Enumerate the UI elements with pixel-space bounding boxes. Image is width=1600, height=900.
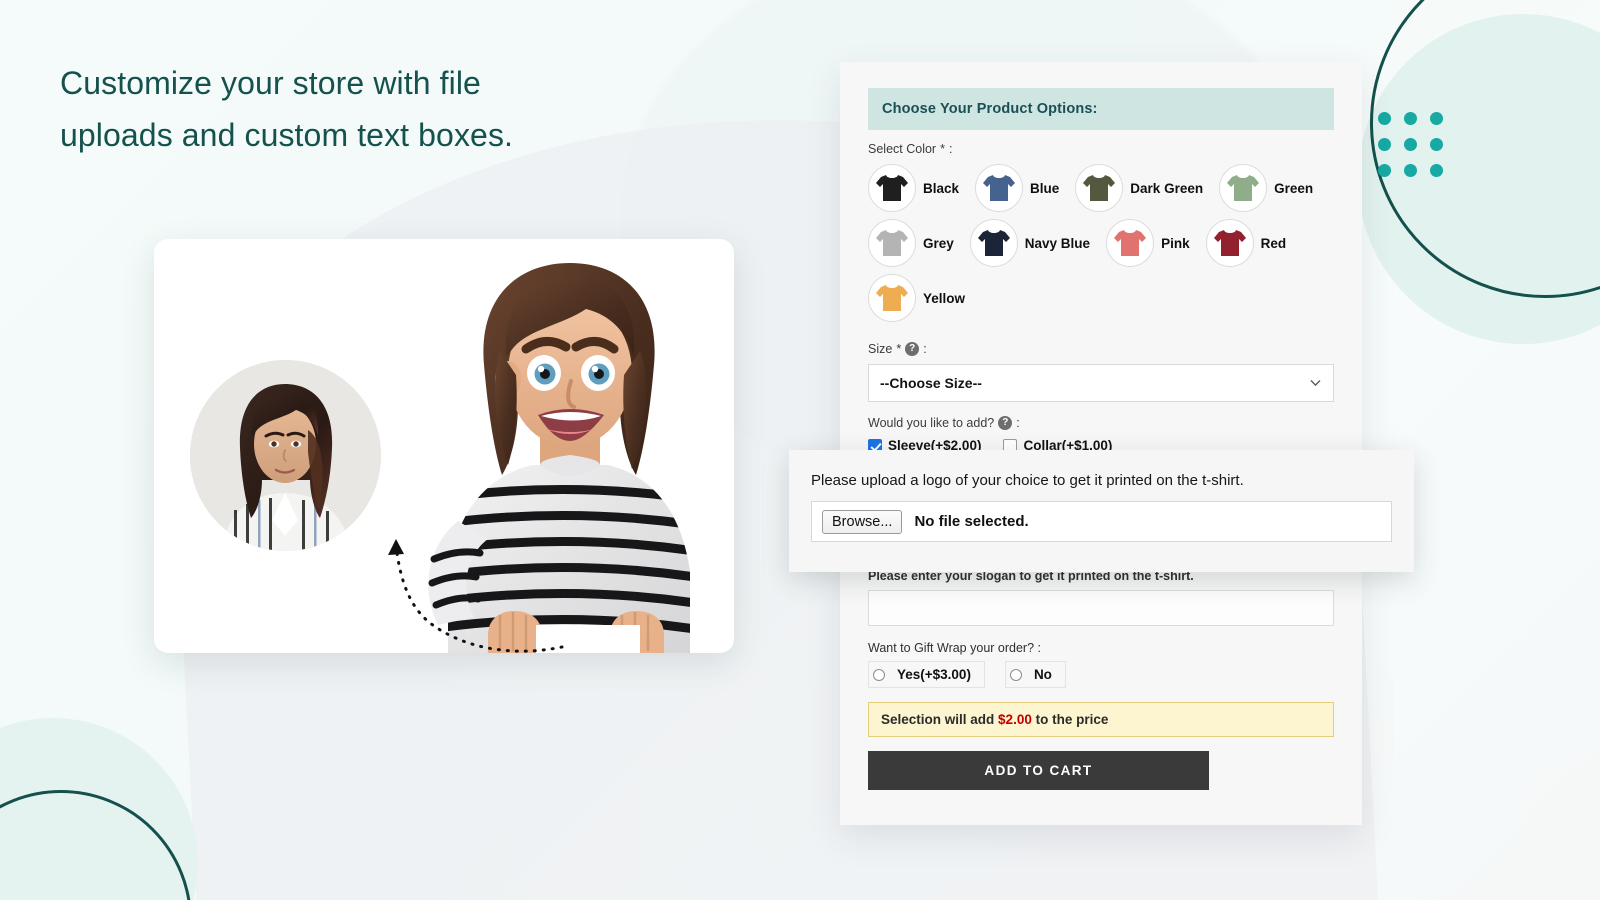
price-amount: $2.00 <box>998 712 1032 727</box>
select-color-text: Select Color <box>868 142 937 156</box>
color-option-pink[interactable]: Pink <box>1106 219 1190 267</box>
tshirt-swatch-icon <box>868 274 916 322</box>
tshirt-swatch-icon <box>975 164 1024 212</box>
select-color-colon: : <box>948 142 953 156</box>
color-option-label: Pink <box>1161 235 1190 251</box>
color-option-yellow[interactable]: Yellow <box>868 274 965 322</box>
radio-no[interactable] <box>1009 668 1022 681</box>
tshirt-swatch-icon <box>1075 164 1124 212</box>
help-icon[interactable]: ? <box>905 342 920 356</box>
color-option-black[interactable]: Black <box>868 164 959 212</box>
color-option-label: Green <box>1274 180 1314 196</box>
browse-button[interactable]: Browse... <box>822 509 903 534</box>
tshirt-swatch-icon <box>1205 219 1254 267</box>
giftwrap-label-yes: Yes(+$3.00) <box>897 667 971 682</box>
upload-instruction-text: Please upload a logo of your choice to g… <box>811 472 1244 489</box>
slogan-input[interactable] <box>868 590 1334 626</box>
addons-label: Would you like to add? ? : <box>868 416 1334 430</box>
product-options-panel: Choose Your Product Options: Select Colo… <box>840 62 1362 825</box>
color-option-label: Red <box>1260 235 1287 251</box>
color-swatch-group: Black Blue Dark Green Green Grey Navy Bl… <box>868 164 1334 322</box>
giftwrap-label-no: No <box>1033 667 1052 682</box>
select-color-label: Select Color * : <box>868 142 1334 156</box>
addons-label-text: Would you like to add? <box>868 416 995 430</box>
color-option-label: Yellow <box>923 290 966 306</box>
file-upload-card: Please upload a logo of your choice to g… <box>789 450 1414 572</box>
color-option-blue[interactable]: Blue <box>975 164 1059 212</box>
size-required: * <box>896 342 902 356</box>
file-status-text: No file selected. <box>914 513 1029 530</box>
illustration-card <box>154 239 734 653</box>
tshirt-swatch-icon <box>868 164 916 212</box>
page-root: Customize your store with file uploads a… <box>0 0 1600 900</box>
tshirt-swatch-icon <box>1219 164 1268 212</box>
color-option-green[interactable]: Green <box>1219 164 1313 212</box>
headline-line-2: uploads and custom text boxes. <box>60 116 514 153</box>
price-notice: Selection will add $2.00 to the price <box>868 702 1334 737</box>
tshirt-swatch-icon <box>1106 219 1155 267</box>
giftwrap-radio-group: Yes(+$3.00) No <box>868 661 1334 688</box>
color-option-label: Navy Blue <box>1024 235 1091 251</box>
size-select[interactable]: --Choose Size-- <box>868 364 1334 402</box>
color-row-1: Black Blue Dark Green Green <box>868 164 1334 212</box>
user-photo-avatar <box>190 360 381 551</box>
color-option-label: Black <box>923 180 960 196</box>
size-label-text: Size <box>868 342 893 356</box>
tshirt-swatch-icon <box>969 219 1018 267</box>
panel-header-title: Choose Your Product Options: <box>868 88 1334 130</box>
size-colon: : <box>923 342 927 356</box>
page-title: Customize your store with file uploads a… <box>60 58 680 162</box>
help-icon[interactable]: ? <box>998 416 1013 430</box>
size-label: Size * ? : <box>868 342 1334 356</box>
color-option-red[interactable]: Red <box>1205 219 1287 267</box>
decor-dot-grid-icon <box>1378 112 1443 177</box>
giftwrap-option-no[interactable]: No <box>1004 661 1066 688</box>
price-suffix: to the price <box>1035 712 1109 727</box>
color-option-label: Blue <box>1030 180 1060 196</box>
addons-colon: : <box>1016 416 1020 430</box>
giftwrap-option-yes[interactable]: Yes(+$3.00) <box>868 661 985 688</box>
add-to-cart-button[interactable]: ADD TO CART <box>868 751 1209 790</box>
chevron-down-icon <box>1310 380 1321 387</box>
file-input-row[interactable]: Browse... No file selected. <box>811 501 1392 542</box>
color-option-grey[interactable]: Grey <box>868 219 954 267</box>
price-prefix: Selection will add <box>881 712 995 727</box>
cartoon-avatar-illustration <box>414 253 724 653</box>
radio-yes[interactable] <box>873 668 885 681</box>
color-option-dark-green[interactable]: Dark Green <box>1075 164 1203 212</box>
color-option-label: Dark Green <box>1130 180 1204 196</box>
size-select-value: --Choose Size-- <box>880 375 982 391</box>
color-row-2: Grey Navy Blue Pink Red <box>868 219 1334 267</box>
color-row-3: Yellow <box>868 274 1334 322</box>
color-option-navy-blue[interactable]: Navy Blue <box>969 219 1091 267</box>
giftwrap-label: Want to Gift Wrap your order? : <box>868 641 1041 655</box>
select-color-required: * <box>940 142 945 156</box>
tshirt-swatch-icon <box>868 219 916 267</box>
color-option-label: Grey <box>923 235 954 251</box>
headline-line-1: Customize your store with file <box>60 65 481 101</box>
